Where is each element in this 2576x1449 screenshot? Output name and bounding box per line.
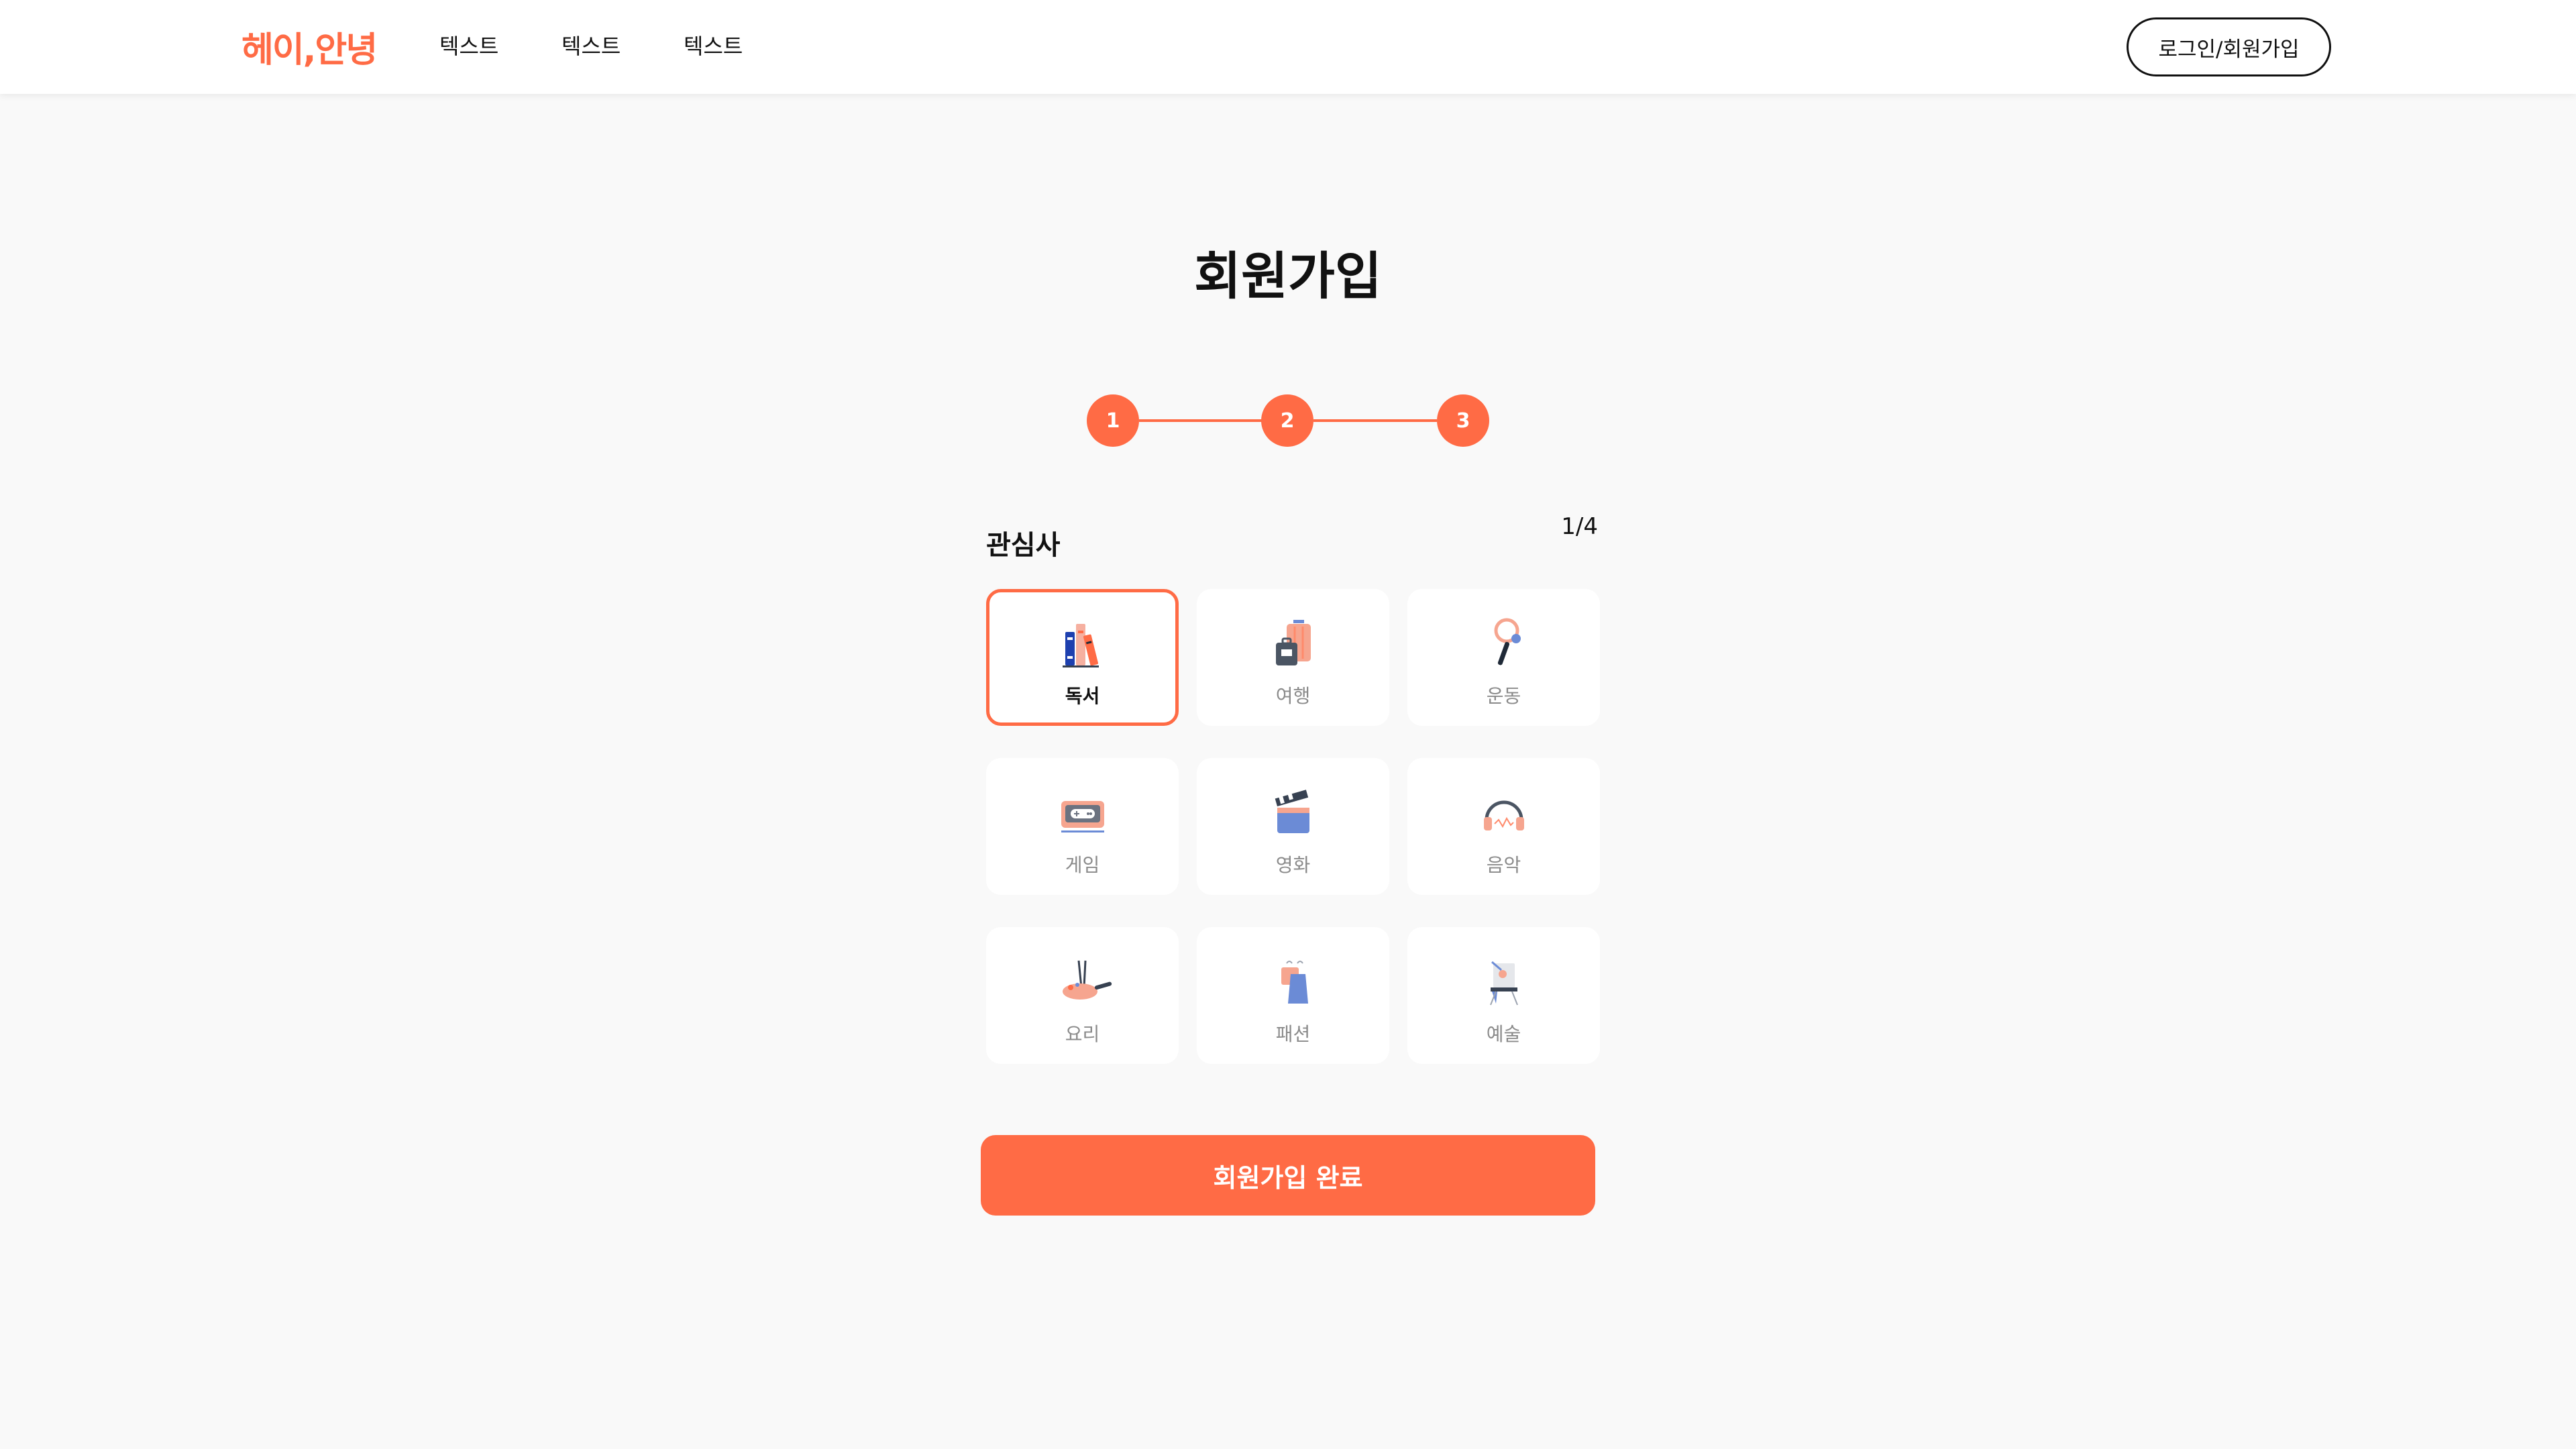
interest-label: 요리 xyxy=(1065,1023,1100,1045)
interest-label: 음악 xyxy=(1486,854,1521,876)
interest-card-fashion[interactable]: 패션 xyxy=(1197,927,1389,1064)
clothes-icon xyxy=(1281,961,1308,1004)
interest-card-music[interactable]: 음악 xyxy=(1407,758,1600,895)
interest-label: 운동 xyxy=(1486,685,1521,707)
nav-item-1[interactable]: 텍스트 xyxy=(439,30,498,60)
interest-label: 영화 xyxy=(1275,854,1311,876)
brand-logo[interactable]: 헤이,안녕 xyxy=(241,21,378,72)
books-icon xyxy=(1062,624,1099,667)
step-connector-2 xyxy=(1313,419,1437,422)
luggage-icon xyxy=(1275,620,1311,665)
step-connector-1 xyxy=(1139,419,1263,422)
interests-page-counter: 1/4 xyxy=(1561,513,1598,540)
step-1-indicator: 1 xyxy=(1087,394,1139,447)
headphones-icon xyxy=(1483,800,1524,830)
interest-label: 독서 xyxy=(1065,685,1100,707)
frying-pan-icon xyxy=(1062,960,1112,1000)
interest-label: 예술 xyxy=(1486,1023,1521,1045)
signup-complete-button[interactable]: 회원가입 완료 xyxy=(981,1135,1595,1216)
interest-card-sports[interactable]: 운동 xyxy=(1407,589,1600,726)
interests-label: 관심사 xyxy=(986,530,1061,561)
interest-label: 여행 xyxy=(1275,685,1311,707)
step-3-indicator: 3 xyxy=(1437,394,1489,447)
top-header: 헤이,안녕 텍스트 텍스트 텍스트 로그인/회원가입 xyxy=(0,0,2576,94)
clapperboard-icon xyxy=(1275,790,1309,833)
login-signup-button[interactable]: 로그인/회원가입 xyxy=(2127,17,2331,76)
interest-card-reading[interactable]: 독서 xyxy=(986,589,1179,726)
nav-item-3[interactable]: 텍스트 xyxy=(684,30,743,60)
racket-icon xyxy=(1494,618,1521,665)
nav-item-2[interactable]: 텍스트 xyxy=(561,30,621,60)
interest-card-art[interactable]: 예술 xyxy=(1407,927,1600,1064)
page-title: 회원가입 xyxy=(1194,246,1382,306)
easel-icon xyxy=(1489,961,1518,1006)
game-monitor-icon xyxy=(1061,801,1104,833)
interest-card-cooking[interactable]: 요리 xyxy=(986,927,1179,1064)
interest-card-game[interactable]: 게임 xyxy=(986,758,1179,895)
interest-label: 패션 xyxy=(1275,1023,1311,1045)
interest-card-movie[interactable]: 영화 xyxy=(1197,758,1389,895)
interest-card-travel[interactable]: 여행 xyxy=(1197,589,1389,726)
step-2-indicator: 2 xyxy=(1261,394,1313,447)
interest-label: 게임 xyxy=(1065,854,1100,876)
